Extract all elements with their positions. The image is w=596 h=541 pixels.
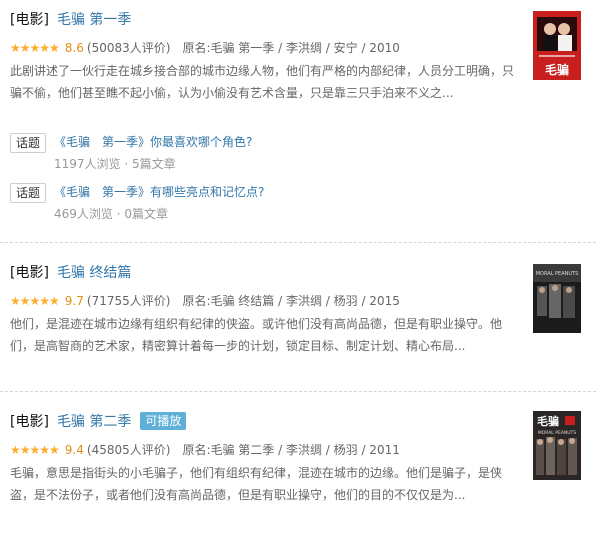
category-label: [电影]	[10, 414, 49, 430]
rating-stars-icon: ★★★★★	[10, 294, 60, 308]
rating-score: 9.4	[64, 443, 84, 457]
rating-line: ★★★★★ 9.4 (45805人评价) 原名:毛骗 第二季 / 李洪绸 / 杨羽 /…	[10, 442, 596, 458]
poster-image[interactable]: 毛骗 MORAL PEANUTS	[533, 411, 581, 480]
poster-image[interactable]: MORAL PEANUTS	[533, 264, 581, 333]
result-description: 此剧讲述了一伙行走在城乡接合部的城市边缘人物，他们有严格的内部纪律，人员分工明确…	[10, 64, 515, 100]
topic-item: 话题 《毛骗 第一季》有哪些亮点和记忆点? 469人浏览 · 0篇文章	[10, 183, 596, 233]
rating-score: 9.7	[64, 294, 84, 308]
result-title-link[interactable]: 毛骗 第二季	[57, 414, 131, 430]
svg-text:MORAL PEANUTS: MORAL PEANUTS	[536, 271, 579, 277]
playable-badge[interactable]: 可播放	[140, 412, 187, 430]
topic-meta: 469人浏览 · 0篇文章	[54, 207, 168, 221]
subject-info: 原名:毛骗 第一季 / 李洪绸 / 安宁 / 2010	[182, 41, 400, 55]
rating-score: 8.6	[64, 41, 84, 55]
result-title-line: [电影] 毛骗 第一季	[10, 10, 596, 30]
rating-stars-icon: ★★★★★	[10, 443, 60, 457]
rating-votes: (50083人评价)	[86, 41, 171, 55]
result-title-line: [电影] 毛骗 终结篇	[10, 263, 596, 283]
topic-list: 话题 《毛骗 第一季》你最喜欢哪个角色? 1197人浏览 · 5篇文章 话题 《…	[10, 133, 596, 233]
rating-votes: (45805人评价)	[86, 443, 171, 457]
subject-info: 原名:毛骗 第二季 / 李洪绸 / 杨羽 / 2011	[182, 443, 400, 457]
result-description: 毛骗，意思是指街头的小毛骗子，他们有组织有纪律，混迹在城市的边缘。他们是骗子，是…	[10, 466, 503, 502]
search-result: [电影] 毛骗 终结篇 ★★★★★ 9.7 (71755人评价) 原名:毛骗 终结篇 /…	[0, 243, 596, 392]
poster-image[interactable]: 毛骗	[533, 11, 581, 80]
topic-badge[interactable]: 话题	[10, 133, 47, 153]
topic-item: 话题 《毛骗 第一季》你最喜欢哪个角色? 1197人浏览 · 5篇文章	[10, 133, 596, 183]
rating-votes: (71755人评价)	[86, 294, 171, 308]
rating-line: ★★★★★ 8.6 (50083人评价) 原名:毛骗 第一季 / 李洪绸 / 安宁 /…	[10, 40, 596, 56]
rating-line: ★★★★★ 9.7 (71755人评价) 原名:毛骗 终结篇 / 李洪绸 / 杨羽 /…	[10, 293, 596, 309]
topic-meta: 1197人浏览 · 5篇文章	[54, 157, 176, 171]
svg-text:毛骗: 毛骗	[545, 62, 569, 77]
result-title-link[interactable]: 毛骗 终结篇	[57, 265, 131, 281]
search-result: [电影] 毛骗 第一季 ★★★★★ 8.6 (50083人评价) 原名:毛骗 第一季 /…	[0, 0, 596, 243]
svg-text:MORAL PEANUTS: MORAL PEANUTS	[538, 430, 576, 436]
svg-text:毛骗: 毛骗	[537, 414, 559, 428]
category-label: [电影]	[10, 12, 49, 28]
category-label: [电影]	[10, 265, 49, 281]
topic-link[interactable]: 《毛骗 第一季》你最喜欢哪个角色?	[54, 133, 252, 151]
search-result: [电影] 毛骗 第二季 可播放 ★★★★★ 9.4 (45805人评价) 原名:毛骗 第二…	[0, 392, 596, 528]
topic-badge[interactable]: 话题	[10, 183, 47, 203]
result-title-line: [电影] 毛骗 第二季 可播放	[10, 412, 596, 432]
result-title-link[interactable]: 毛骗 第一季	[57, 12, 131, 28]
topic-link[interactable]: 《毛骗 第一季》有哪些亮点和记忆点?	[54, 183, 264, 201]
subject-info: 原名:毛骗 终结篇 / 李洪绸 / 杨羽 / 2015	[182, 294, 400, 308]
result-description: 他们，是混迹在城市边缘有组织有纪律的侠盗。或许他们没有高尚品德，但是有职业操守。…	[10, 317, 503, 353]
rating-stars-icon: ★★★★★	[10, 41, 60, 55]
